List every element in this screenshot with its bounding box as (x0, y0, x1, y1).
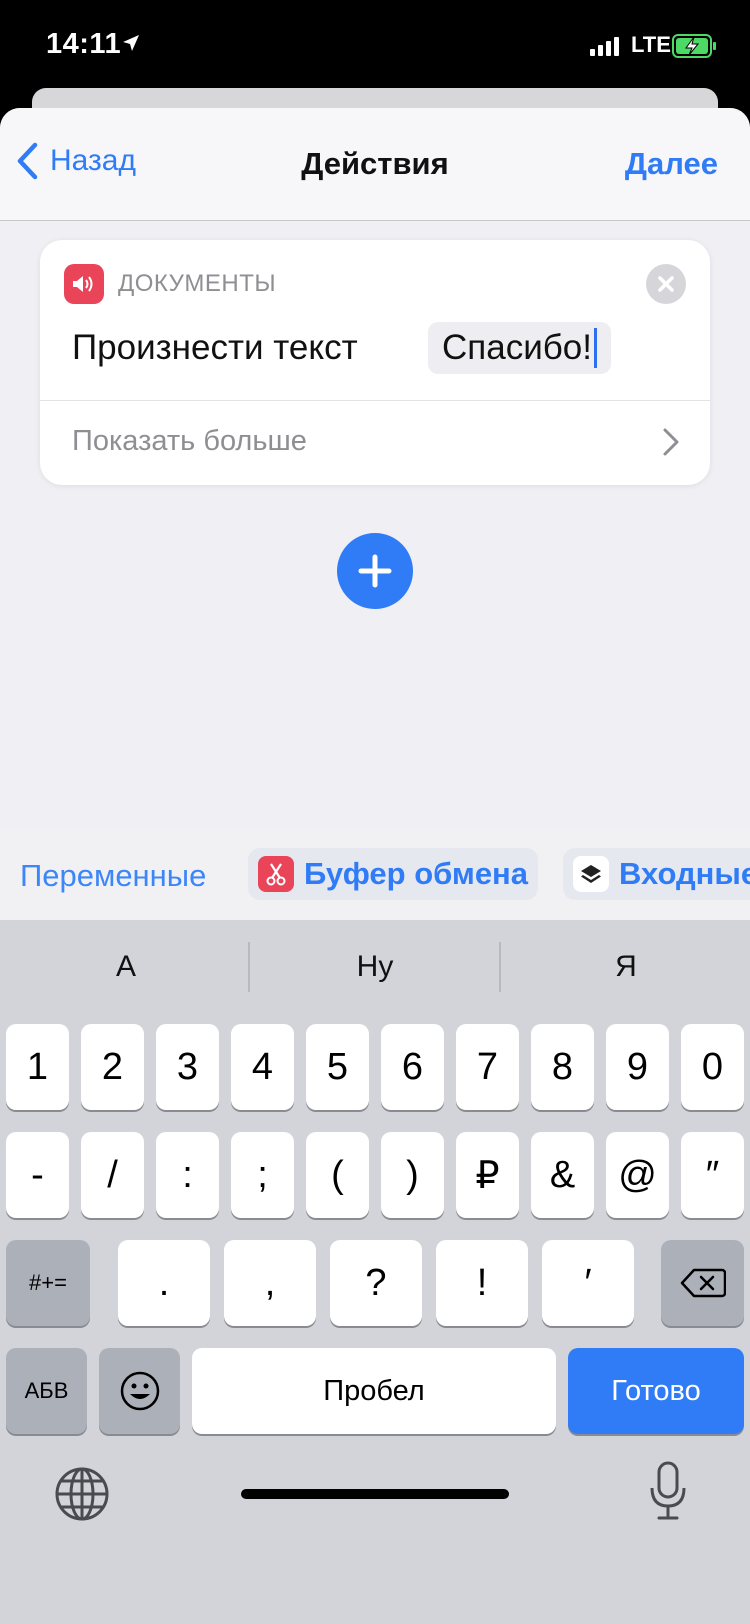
battery-charging-icon (672, 34, 716, 58)
action-name: Произнести текст (72, 328, 358, 367)
key-8[interactable]: 8 (531, 1024, 594, 1110)
key-5[interactable]: 5 (306, 1024, 369, 1110)
suggestion-2[interactable]: Ну (251, 950, 499, 984)
emoji-key[interactable] (99, 1348, 180, 1434)
suggestion-3[interactable]: Я (502, 950, 750, 984)
key-0[interactable]: 0 (681, 1024, 744, 1110)
scissors-icon (258, 856, 294, 892)
show-more-label: Показать больше (72, 425, 307, 457)
location-arrow-icon (123, 35, 139, 51)
variables-button[interactable]: Переменные (20, 858, 206, 894)
key-9[interactable]: 9 (606, 1024, 669, 1110)
globe-icon (55, 1467, 109, 1521)
layers-icon (573, 856, 609, 892)
key-apostrophe[interactable]: ′ (542, 1240, 634, 1326)
keyboard: А Ну Я 1 2 3 4 5 6 7 8 9 0 - / : ; ( ) ₽… (0, 920, 750, 1624)
close-icon (658, 276, 674, 292)
key-7[interactable]: 7 (456, 1024, 519, 1110)
key-at[interactable]: @ (606, 1132, 669, 1218)
key-hyphen[interactable]: - (6, 1132, 69, 1218)
input-variable-chip[interactable]: Входные (563, 848, 750, 900)
next-button[interactable]: Далее (625, 146, 718, 182)
action-category: ДОКУМЕНТЫ (118, 270, 277, 297)
backspace-key[interactable] (661, 1240, 744, 1326)
add-action-button[interactable] (337, 533, 413, 609)
key-4[interactable]: 4 (231, 1024, 294, 1110)
text-cursor (593, 328, 597, 368)
key-period[interactable]: . (118, 1240, 210, 1326)
key-2[interactable]: 2 (81, 1024, 144, 1110)
key-slash[interactable]: / (81, 1132, 144, 1218)
clipboard-variable-chip[interactable]: Буфер обмена (248, 848, 539, 900)
key-close-paren[interactable]: ) (381, 1132, 444, 1218)
key-ruble[interactable]: ₽ (456, 1132, 519, 1218)
suggestion-separator (499, 942, 501, 992)
remove-action-button[interactable] (646, 264, 686, 304)
input-chip-label: Входные (619, 856, 750, 891)
clipboard-chip-label: Буфер обмена (304, 856, 529, 891)
key-6[interactable]: 6 (381, 1024, 444, 1110)
suggestion-1[interactable]: А (2, 950, 250, 984)
symbols-mode-key[interactable]: #+= (6, 1240, 90, 1326)
navigation-bar: Назад Действия Далее (0, 108, 750, 221)
done-key[interactable]: Готово (568, 1348, 744, 1434)
status-bar: 14:11 LTE (0, 0, 750, 92)
speaker-icon (64, 264, 104, 304)
key-double-quote[interactable]: ″ (681, 1132, 744, 1218)
speak-text-parameter[interactable]: Спасибо! (428, 322, 611, 374)
globe-key[interactable] (54, 1466, 110, 1527)
key-semicolon[interactable]: ; (231, 1132, 294, 1218)
action-card: ДОКУМЕНТЫ Произнести текст Спасибо! Пока… (40, 240, 710, 485)
key-colon[interactable]: : (156, 1132, 219, 1218)
parameter-value: Спасибо! (442, 328, 592, 367)
dictation-key[interactable] (648, 1460, 688, 1527)
show-more-row[interactable]: Показать больше (40, 401, 710, 485)
network-type: LTE (631, 32, 671, 57)
space-key[interactable]: Пробел (192, 1348, 556, 1434)
signal-bars-icon (590, 36, 619, 56)
backspace-icon (680, 1268, 726, 1298)
chevron-right-icon (663, 428, 679, 456)
key-comma[interactable]: , (224, 1240, 316, 1326)
key-question[interactable]: ? (330, 1240, 422, 1326)
variables-bar: Переменные Буфер обмена Входные (0, 828, 750, 920)
home-indicator[interactable] (241, 1489, 509, 1499)
key-open-paren[interactable]: ( (306, 1132, 369, 1218)
microphone-icon (650, 1461, 686, 1520)
key-exclamation[interactable]: ! (436, 1240, 528, 1326)
actions-sheet: Назад Действия Далее ДОКУМЕНТЫ Произнест… (0, 108, 750, 1624)
emoji-icon (120, 1371, 159, 1411)
key-ampersand[interactable]: & (531, 1132, 594, 1218)
key-3[interactable]: 3 (156, 1024, 219, 1110)
key-1[interactable]: 1 (6, 1024, 69, 1110)
letters-mode-key[interactable]: АБВ (6, 1348, 87, 1434)
suggestion-separator (248, 942, 250, 992)
status-time: 14:11 (46, 28, 122, 60)
plus-icon (358, 554, 392, 588)
